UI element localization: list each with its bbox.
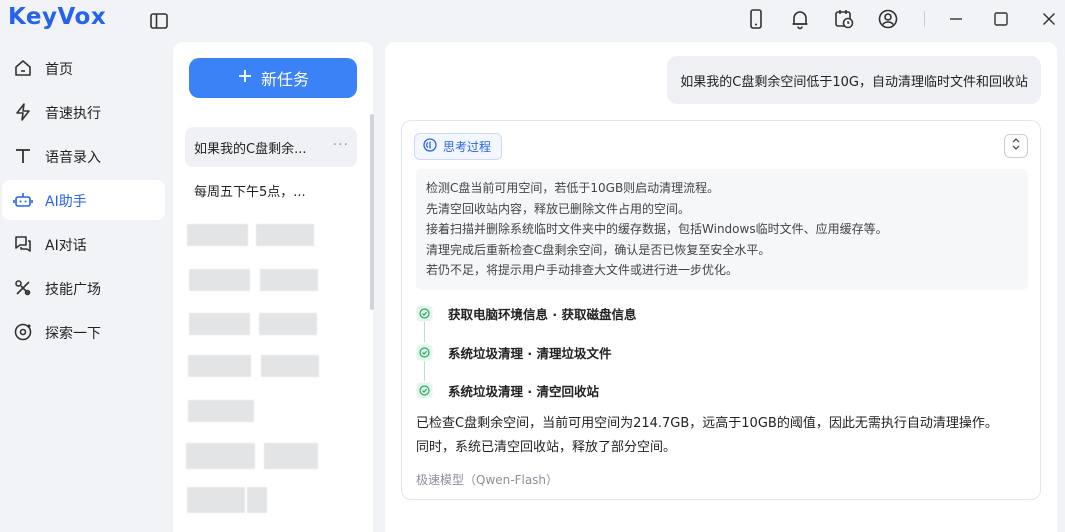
close-icon[interactable]	[1038, 8, 1060, 30]
assistant-reply-card: 思考过程 检测C盘当前可用空间，若低于10GB则启动清理流程。 先清空回收站内容…	[401, 120, 1041, 500]
thinking-line: 检测C盘当前可用空间，若低于10GB则启动清理流程。	[426, 181, 720, 195]
tools-icon	[13, 278, 33, 298]
more-icon[interactable]: ···	[333, 137, 349, 153]
step-connector	[424, 322, 425, 342]
bell-icon[interactable]	[789, 8, 811, 30]
user-message-bubble: 如果我的C盘剩余空间低于10G，自动清理临时文件和回收站	[667, 56, 1041, 104]
blurred-task-item[interactable]	[247, 487, 267, 513]
nav-item-quick-exec[interactable]: 音速执行	[2, 92, 165, 132]
nav-item-skill-plaza[interactable]: 技能广场	[2, 268, 165, 308]
nav-item-ai-chat[interactable]: AI对话	[2, 224, 165, 264]
plus-icon	[237, 68, 253, 88]
check-circle-icon	[416, 305, 433, 322]
nav-item-ai-assistant[interactable]: AI助手	[2, 180, 165, 220]
new-task-button[interactable]: 新任务	[189, 58, 357, 98]
nav-label: 技能广场	[45, 282, 101, 298]
task-item[interactable]: 如果我的C盘剩余... ···	[185, 127, 357, 167]
task-item[interactable]: 每周五下午5点，...	[185, 170, 357, 210]
blurred-task-item[interactable]	[187, 487, 245, 513]
user-icon[interactable]	[877, 8, 899, 30]
blurred-task-item[interactable]	[256, 224, 314, 246]
minimize-icon[interactable]	[945, 8, 967, 30]
sidebar-toggle-icon[interactable]	[149, 11, 169, 31]
step-item: 获取电脑环境信息 · 获取磁盘信息	[416, 303, 636, 323]
model-label: 极速模型（Qwen-Flash）	[416, 473, 559, 487]
sidebar-nav: 首页 音速执行 语音录入 AI助手 AI对话 技能广场 探索一下	[0, 48, 168, 356]
answer-line: 已检查C盘剩余空间，当前可用空间为214.7GB，远高于10GB的阈值，因此无需…	[416, 416, 998, 431]
task-title: 如果我的C盘剩余...	[194, 141, 307, 157]
task-list-scrollbar[interactable]	[370, 114, 374, 310]
nav-item-explore[interactable]: 探索一下	[2, 312, 165, 352]
blurred-task-item[interactable]	[261, 355, 319, 377]
answer-line: 同时，系统已清空回收站，释放了部分空间。	[416, 440, 677, 455]
thinking-content: 检测C盘当前可用空间，若低于10GB则启动清理流程。 先清空回收站内容，释放已删…	[416, 169, 1028, 290]
blurred-task-item[interactable]	[189, 269, 250, 291]
thinking-process-toggle[interactable]: 思考过程	[414, 133, 503, 160]
nav-item-voice-input[interactable]: 语音录入	[2, 136, 165, 176]
task-title: 每周五下午5点，...	[194, 184, 306, 200]
app-logo: KeyVox	[8, 4, 107, 30]
chat-area: 如果我的C盘剩余空间低于10G，自动清理临时文件和回收站 思考过程 检测C盘当前…	[385, 42, 1057, 532]
chevron-up-down-icon	[1010, 137, 1022, 155]
nav-item-home[interactable]: 首页	[2, 48, 165, 88]
phone-icon[interactable]	[745, 8, 767, 30]
maximize-icon[interactable]	[990, 8, 1012, 30]
robot-icon	[13, 190, 33, 210]
title-bar: KeyVox	[0, 0, 1065, 40]
blurred-task-item[interactable]	[264, 443, 318, 469]
blurred-task-item[interactable]	[187, 224, 248, 246]
task-panel: 新任务 如果我的C盘剩余... ··· 每周五下午5点，...	[173, 42, 374, 532]
blurred-task-item[interactable]	[188, 400, 254, 422]
step-text: 系统垃圾清理 · 清理垃圾文件	[448, 345, 612, 361]
calendar-clock-icon[interactable]	[833, 8, 855, 30]
blurred-task-item[interactable]	[260, 269, 318, 291]
step-item: 系统垃圾清理 · 清空回收站	[416, 380, 599, 400]
step-text: 获取电脑环境信息 · 获取磁盘信息	[448, 306, 637, 322]
expand-collapse-button[interactable]	[1004, 134, 1028, 158]
blurred-task-item[interactable]	[188, 355, 251, 377]
thinking-line: 若仍不足，将提示用户手动排查大文件或进行进一步优化。	[426, 263, 739, 277]
step-connector	[424, 361, 425, 381]
nav-label: 探索一下	[45, 326, 101, 342]
step-text: 系统垃圾清理 · 清空回收站	[448, 383, 599, 399]
thinking-label: 思考过程	[443, 140, 492, 154]
thinking-line: 清理完成后重新检查C盘剩余空间，确认是否已恢复至安全水平。	[426, 242, 771, 257]
check-circle-icon	[416, 382, 433, 399]
blurred-task-item[interactable]	[186, 443, 255, 469]
nav-label: 首页	[45, 62, 73, 78]
title-divider	[924, 11, 925, 27]
chat-icon	[13, 234, 33, 254]
nav-label: AI助手	[45, 194, 87, 210]
check-circle-icon	[416, 344, 433, 361]
text-icon	[13, 146, 33, 166]
step-item: 系统垃圾清理 · 清理垃圾文件	[416, 342, 611, 362]
nav-label: 音速执行	[45, 106, 101, 122]
thinking-line: 接着扫描并删除系统临时文件夹中的缓存数据，包括Windows临时文件、应用缓存等…	[426, 222, 888, 236]
assistant-answer: 已检查C盘剩余空间，当前可用空间为214.7GB，远高于10GB的阈值，因此无需…	[416, 412, 1036, 460]
new-task-label: 新任务	[260, 70, 309, 89]
nav-label: AI对话	[45, 238, 87, 254]
home-icon	[13, 58, 33, 78]
nav-label: 语音录入	[45, 150, 101, 166]
thinking-line: 先清空回收站内容，释放已删除文件占用的空间。	[426, 201, 691, 216]
lightning-icon	[13, 102, 33, 122]
thinking-icon	[423, 138, 437, 155]
blurred-task-item[interactable]	[259, 313, 317, 335]
blurred-task-item[interactable]	[189, 313, 250, 335]
explore-icon	[13, 322, 33, 342]
